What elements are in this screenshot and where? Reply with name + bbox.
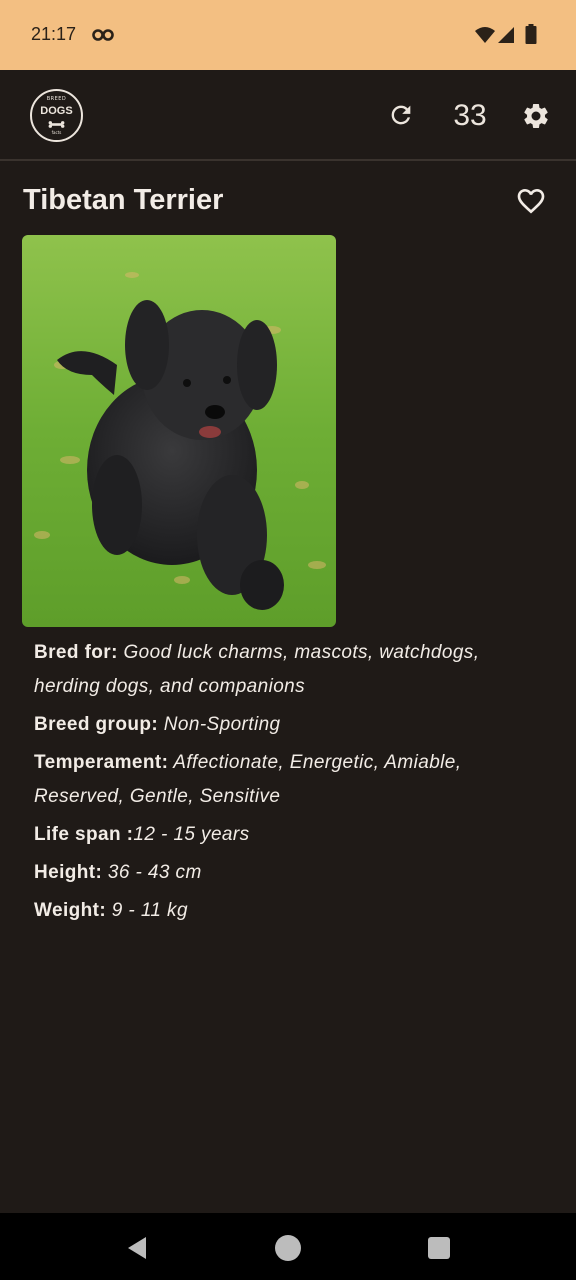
breed-photo [22, 235, 336, 627]
gear-icon [524, 103, 548, 128]
detail-label: Temperament: [34, 752, 169, 773]
home-icon[interactable] [275, 1235, 301, 1261]
battery-icon [525, 24, 537, 44]
bone-icon [48, 121, 65, 128]
detail-height: Height: 36 - 43 cm [34, 856, 544, 890]
logo-top-text: BREED [46, 96, 67, 102]
detail-breed-group: Breed group: Non-Sporting [34, 708, 544, 742]
recents-icon[interactable] [428, 1237, 450, 1259]
logo-main-text: DOGS [40, 105, 73, 117]
detail-value: 9 - 11 kg [106, 900, 188, 921]
refresh-icon [391, 105, 411, 125]
detail-bred-for: Bred for: Good luck charms, mascots, wat… [34, 636, 544, 704]
wifi-icon [475, 27, 495, 43]
detail-value: Non-Sporting [158, 714, 281, 735]
app-logo[interactable]: BREED DOGS facts [30, 89, 83, 142]
cell-signal-icon [498, 27, 514, 43]
detail-label: Weight: [34, 900, 107, 921]
logo-bottom-text: facts [51, 130, 62, 135]
detail-life-span: Life span :12 - 15 years [34, 818, 544, 852]
favorite-button[interactable] [514, 184, 548, 218]
detail-label: Life span : [34, 824, 134, 845]
heart-outline-icon [517, 189, 545, 214]
settings-button[interactable] [518, 98, 554, 134]
detail-label: Bred for: [34, 642, 118, 663]
detail-label: Height: [34, 862, 103, 883]
app-notification-icon [92, 29, 114, 41]
refresh-button[interactable] [384, 98, 418, 132]
status-time: 21:17 [31, 24, 77, 44]
detail-value: 12 - 15 years [133, 824, 250, 845]
detail-value: 36 - 43 cm [102, 862, 202, 883]
system-nav-bar [0, 1213, 576, 1280]
breed-count: 33 [453, 99, 487, 132]
detail-weight: Weight: 9 - 11 kg [34, 894, 544, 928]
app-bar: BREED DOGS facts 33 [0, 70, 576, 161]
breed-name: Tibetan Terrier [23, 184, 224, 216]
detail-label: Breed group: [34, 714, 159, 735]
breed-details: Bred for: Good luck charms, mascots, wat… [34, 636, 544, 932]
detail-temperament: Temperament: Affectionate, Energetic, Am… [34, 746, 544, 814]
status-bar: 21:17 [0, 0, 576, 70]
back-icon[interactable] [124, 1235, 150, 1261]
dog-illustration [22, 235, 336, 627]
